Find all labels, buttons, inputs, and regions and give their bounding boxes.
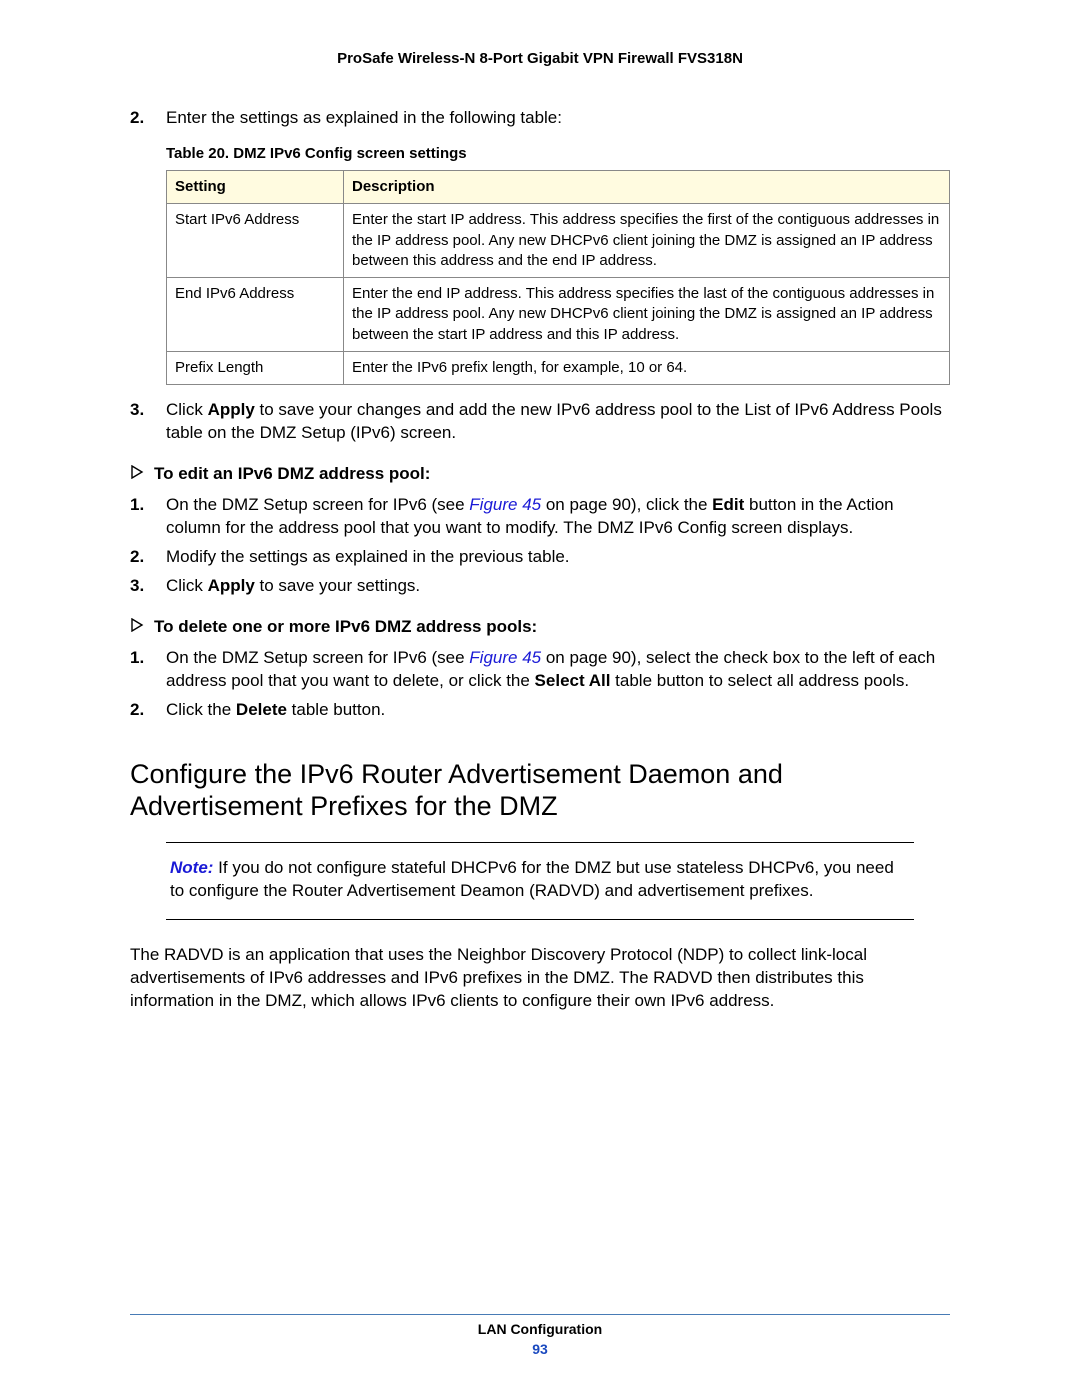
- step-text: Modify the settings as explained in the …: [166, 547, 570, 566]
- table-header-row: Setting Description: [167, 171, 950, 204]
- note-box: Note: If you do not configure stateful D…: [166, 842, 914, 920]
- edit-step-3: 3. Click Apply to save your settings.: [166, 575, 950, 598]
- cell-description: Enter the end IP address. This address s…: [344, 278, 950, 352]
- note-body: If you do not configure stateful DHCPv6 …: [170, 858, 894, 900]
- step-text: On the DMZ Setup screen for IPv6 (see Fi…: [166, 648, 935, 690]
- step-text: Click the Delete table button.: [166, 700, 385, 719]
- step-text: Enter the settings as explained in the f…: [166, 108, 562, 127]
- page-number: 93: [130, 1341, 950, 1357]
- edit-step-2: 2. Modify the settings as explained in t…: [166, 546, 950, 569]
- cell-setting: End IPv6 Address: [167, 278, 344, 352]
- step-2: 2. Enter the settings as explained in th…: [166, 107, 950, 130]
- cell-description: Enter the start IP address. This address…: [344, 204, 950, 278]
- th-setting: Setting: [167, 171, 344, 204]
- settings-table: Setting Description Start IPv6 Address E…: [166, 170, 950, 385]
- step-number: 1.: [130, 647, 144, 670]
- table-row: Prefix Length Enter the IPv6 prefix leng…: [167, 351, 950, 384]
- task-heading-edit: To edit an IPv6 DMZ address pool:: [130, 463, 950, 486]
- paragraph: The RADVD is an application that uses th…: [130, 944, 950, 1013]
- step-number: 1.: [130, 494, 144, 517]
- step-number: 2.: [130, 546, 144, 569]
- figure-link[interactable]: Figure 45: [469, 495, 541, 514]
- task-heading-delete: To delete one or more IPv6 DMZ address p…: [130, 616, 950, 639]
- step-text: Click Apply to save your changes and add…: [166, 400, 942, 442]
- figure-link[interactable]: Figure 45: [469, 648, 541, 667]
- cell-setting: Prefix Length: [167, 351, 344, 384]
- step-number: 2.: [130, 699, 144, 722]
- footer-section: LAN Configuration: [130, 1321, 950, 1337]
- del-step-2: 2. Click the Delete table button.: [166, 699, 950, 722]
- table-row: End IPv6 Address Enter the end IP addres…: [167, 278, 950, 352]
- select-all-label: Select All: [535, 671, 611, 690]
- cell-setting: Start IPv6 Address: [167, 204, 344, 278]
- cell-description: Enter the IPv6 prefix length, for exampl…: [344, 351, 950, 384]
- delete-label: Delete: [236, 700, 287, 719]
- page-footer: LAN Configuration 93: [130, 1314, 950, 1357]
- th-description: Description: [344, 171, 950, 204]
- step-number: 3.: [130, 399, 144, 422]
- table-caption: Table 20. DMZ IPv6 Config screen setting…: [166, 144, 950, 164]
- apply-label: Apply: [208, 576, 255, 595]
- table-row: Start IPv6 Address Enter the start IP ad…: [167, 204, 950, 278]
- step-3: 3. Click Apply to save your changes and …: [166, 399, 950, 445]
- apply-label: Apply: [208, 400, 255, 419]
- step-number: 2.: [130, 107, 144, 130]
- page: ProSafe Wireless-N 8-Port Gigabit VPN Fi…: [0, 0, 1080, 1397]
- del-step-1: 1. On the DMZ Setup screen for IPv6 (see…: [166, 647, 950, 693]
- step-number: 3.: [130, 575, 144, 598]
- step-text: Click Apply to save your settings.: [166, 576, 420, 595]
- edit-label: Edit: [712, 495, 744, 514]
- step-text: On the DMZ Setup screen for IPv6 (see Fi…: [166, 495, 894, 537]
- running-title: ProSafe Wireless-N 8-Port Gigabit VPN Fi…: [130, 50, 950, 67]
- chevron-right-icon: [130, 465, 144, 479]
- section-heading: Configure the IPv6 Router Advertisement …: [130, 758, 950, 823]
- edit-step-1: 1. On the DMZ Setup screen for IPv6 (see…: [166, 494, 950, 540]
- chevron-right-icon: [130, 618, 144, 632]
- note-label: Note:: [170, 858, 213, 877]
- body-content: 2. Enter the settings as explained in th…: [130, 107, 950, 1013]
